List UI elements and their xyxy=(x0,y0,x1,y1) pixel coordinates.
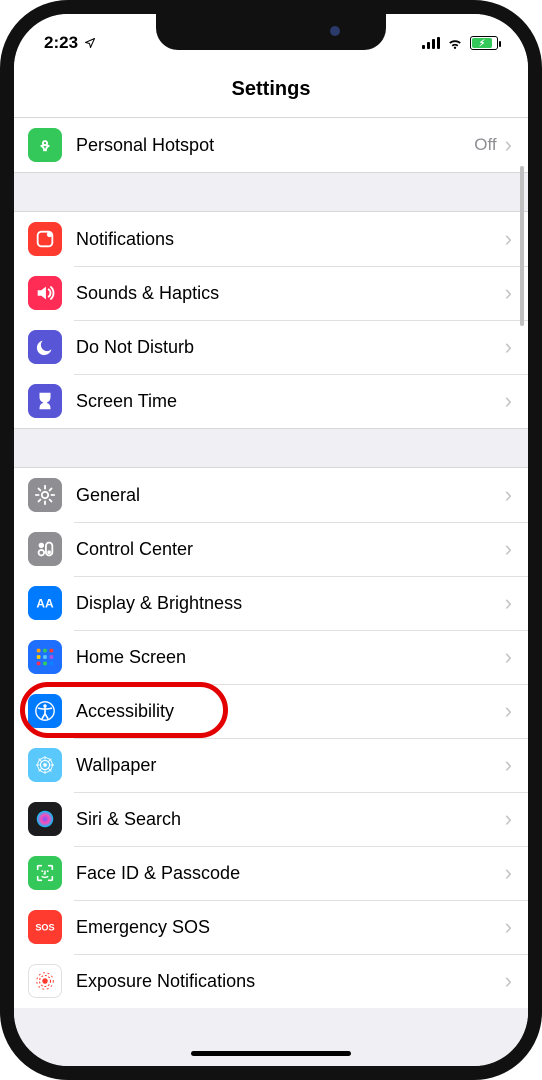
row-label: Control Center xyxy=(76,539,505,560)
settings-row-control-center[interactable]: Control Center› xyxy=(14,522,528,576)
settings-list[interactable]: Personal HotspotOff›Notifications›Sounds… xyxy=(14,118,528,1066)
row-label: Sounds & Haptics xyxy=(76,283,505,304)
sounds-icon xyxy=(28,276,62,310)
settings-row-face-id-passcode[interactable]: Face ID & Passcode› xyxy=(14,846,528,900)
settings-row-general[interactable]: General› xyxy=(14,468,528,522)
chevron-right-icon: › xyxy=(505,226,512,252)
row-label: Home Screen xyxy=(76,647,505,668)
notifications-icon xyxy=(28,222,62,256)
settings-group: General›Control Center›AADisplay & Brigh… xyxy=(14,468,528,1008)
battery-icon: ⚡︎ xyxy=(470,36,498,50)
accessibility-icon xyxy=(28,694,62,728)
chevron-right-icon: › xyxy=(505,132,512,158)
settings-row-notifications[interactable]: Notifications› xyxy=(14,212,528,266)
svg-text:SOS: SOS xyxy=(35,923,54,933)
settings-row-home-screen[interactable]: Home Screen› xyxy=(14,630,528,684)
wifi-icon xyxy=(446,36,464,50)
chevron-right-icon: › xyxy=(505,388,512,414)
general-icon xyxy=(28,478,62,512)
homescreen-icon xyxy=(28,640,62,674)
row-label: Siri & Search xyxy=(76,809,505,830)
group-separator xyxy=(14,428,528,468)
chevron-right-icon: › xyxy=(505,590,512,616)
group-separator xyxy=(14,172,528,212)
settings-row-sounds-haptics[interactable]: Sounds & Haptics› xyxy=(14,266,528,320)
display-icon: AA xyxy=(28,586,62,620)
cellular-icon xyxy=(422,37,440,49)
chevron-right-icon: › xyxy=(505,806,512,832)
row-label: Personal Hotspot xyxy=(76,135,474,156)
chevron-right-icon: › xyxy=(505,914,512,940)
row-label: Screen Time xyxy=(76,391,505,412)
wallpaper-icon xyxy=(28,748,62,782)
page-title: Settings xyxy=(232,78,311,101)
screentime-icon xyxy=(28,384,62,418)
chevron-right-icon: › xyxy=(505,334,512,360)
siri-icon xyxy=(28,802,62,836)
settings-row-siri-search[interactable]: Siri & Search› xyxy=(14,792,528,846)
screen: 2:23 ⚡︎ Settings Personal HotspotOff›Not… xyxy=(14,14,528,1066)
row-label: Emergency SOS xyxy=(76,917,505,938)
settings-row-personal-hotspot[interactable]: Personal HotspotOff › xyxy=(14,118,528,172)
location-arrow-icon xyxy=(84,37,96,49)
scroll-indicator xyxy=(520,166,524,326)
settings-row-wallpaper[interactable]: Wallpaper› xyxy=(14,738,528,792)
status-time: 2:23 xyxy=(44,33,78,53)
hotspot-icon xyxy=(28,128,62,162)
dnd-icon xyxy=(28,330,62,364)
settings-row-do-not-disturb[interactable]: Do Not Disturb› xyxy=(14,320,528,374)
settings-group: Personal HotspotOff › xyxy=(14,118,528,172)
settings-row-accessibility[interactable]: Accessibility› xyxy=(14,684,528,738)
chevron-right-icon: › xyxy=(505,752,512,778)
faceid-icon xyxy=(28,856,62,890)
controlcenter-icon xyxy=(28,532,62,566)
chevron-right-icon: › xyxy=(505,536,512,562)
home-indicator[interactable] xyxy=(191,1051,351,1056)
chevron-right-icon: › xyxy=(505,698,512,724)
settings-group: Notifications›Sounds & Haptics›Do Not Di… xyxy=(14,212,528,428)
settings-row-screen-time[interactable]: Screen Time› xyxy=(14,374,528,428)
row-label: Face ID & Passcode xyxy=(76,863,505,884)
exposure-icon xyxy=(28,964,62,998)
row-label: Display & Brightness xyxy=(76,593,505,614)
row-label: Accessibility xyxy=(76,701,505,722)
row-label: Do Not Disturb xyxy=(76,337,505,358)
settings-row-exposure-notifications[interactable]: Exposure Notifications› xyxy=(14,954,528,1008)
settings-row-emergency-sos[interactable]: SOS Emergency SOS› xyxy=(14,900,528,954)
chevron-right-icon: › xyxy=(505,860,512,886)
chevron-right-icon: › xyxy=(505,280,512,306)
row-label: Exposure Notifications xyxy=(76,971,505,992)
row-label: Notifications xyxy=(76,229,505,250)
svg-text:AA: AA xyxy=(36,597,54,611)
row-label: Wallpaper xyxy=(76,755,505,776)
chevron-right-icon: › xyxy=(505,644,512,670)
row-label: General xyxy=(76,485,505,506)
chevron-right-icon: › xyxy=(505,968,512,994)
device-frame: 2:23 ⚡︎ Settings Personal HotspotOff›Not… xyxy=(0,0,542,1080)
sos-icon: SOS xyxy=(28,910,62,944)
settings-row-display-brightness[interactable]: AA Display & Brightness› xyxy=(14,576,528,630)
header: Settings xyxy=(14,62,528,118)
notch xyxy=(156,14,386,50)
row-value: Off xyxy=(474,135,496,155)
chevron-right-icon: › xyxy=(505,482,512,508)
